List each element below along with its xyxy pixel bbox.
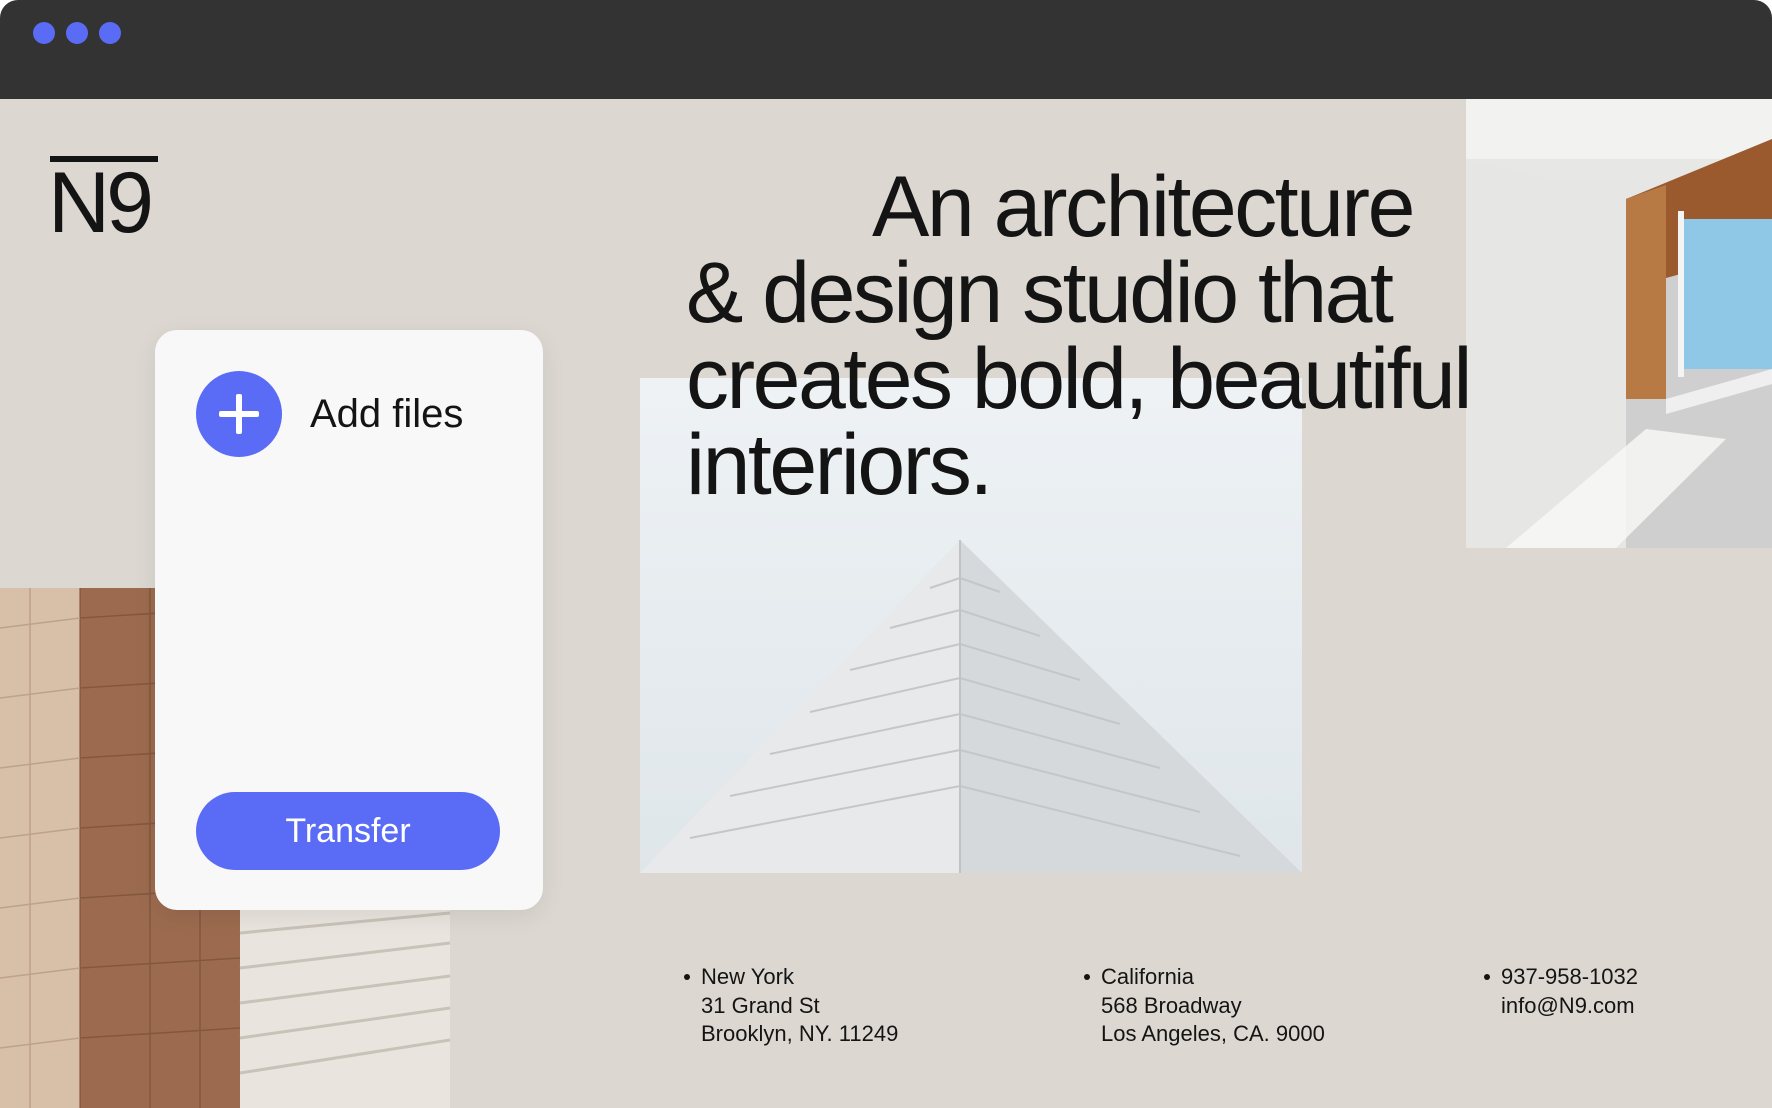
hero-headline: An architecture & design studio that cre…	[686, 164, 1586, 508]
transfer-button[interactable]: Transfer	[196, 792, 500, 870]
contact-email[interactable]: info@N9.com	[1501, 992, 1638, 1021]
headline-line-4: interiors.	[686, 417, 993, 513]
contact-city: New York	[701, 964, 794, 989]
titlebar	[0, 0, 1772, 99]
contact-region: Los Angeles, CA. 9000	[1101, 1021, 1325, 1046]
bullet-icon	[1484, 974, 1490, 980]
contact-california: California 568 Broadway Los Angeles, CA.…	[1084, 963, 1325, 1049]
contact-street: 568 Broadway	[1101, 992, 1242, 1018]
add-files-label[interactable]: Add files	[310, 392, 463, 436]
headline-line-3: creates bold, beautiful	[686, 331, 1472, 427]
bullet-icon	[1084, 974, 1090, 980]
plus-icon-vertical	[236, 394, 242, 434]
window-maximize-dot[interactable]	[99, 22, 121, 44]
add-files-button[interactable]	[196, 371, 282, 457]
headline-line-1: An architecture	[872, 159, 1415, 255]
window-close-dot[interactable]	[33, 22, 55, 44]
contact-phone[interactable]: 937-958-1032	[1501, 963, 1638, 992]
browser-window: N9 An architecture & design studio that …	[0, 0, 1772, 1108]
bullet-icon	[684, 974, 690, 980]
upload-card: Add files Transfer	[155, 330, 543, 910]
window-minimize-dot[interactable]	[66, 22, 88, 44]
contact-reach: 937-958-1032 info@N9.com	[1484, 963, 1638, 1021]
contact-street: 31 Grand St	[701, 992, 820, 1018]
headline-line-2: & design studio that	[686, 245, 1394, 341]
contact-region: Brooklyn, NY. 11249	[701, 1021, 899, 1046]
n9-logo[interactable]: N9	[48, 156, 164, 246]
logo-text: N9	[48, 155, 154, 251]
contact-new-york: New York 31 Grand St Brooklyn, NY. 11249	[684, 963, 899, 1049]
contact-city: California	[1101, 964, 1194, 989]
